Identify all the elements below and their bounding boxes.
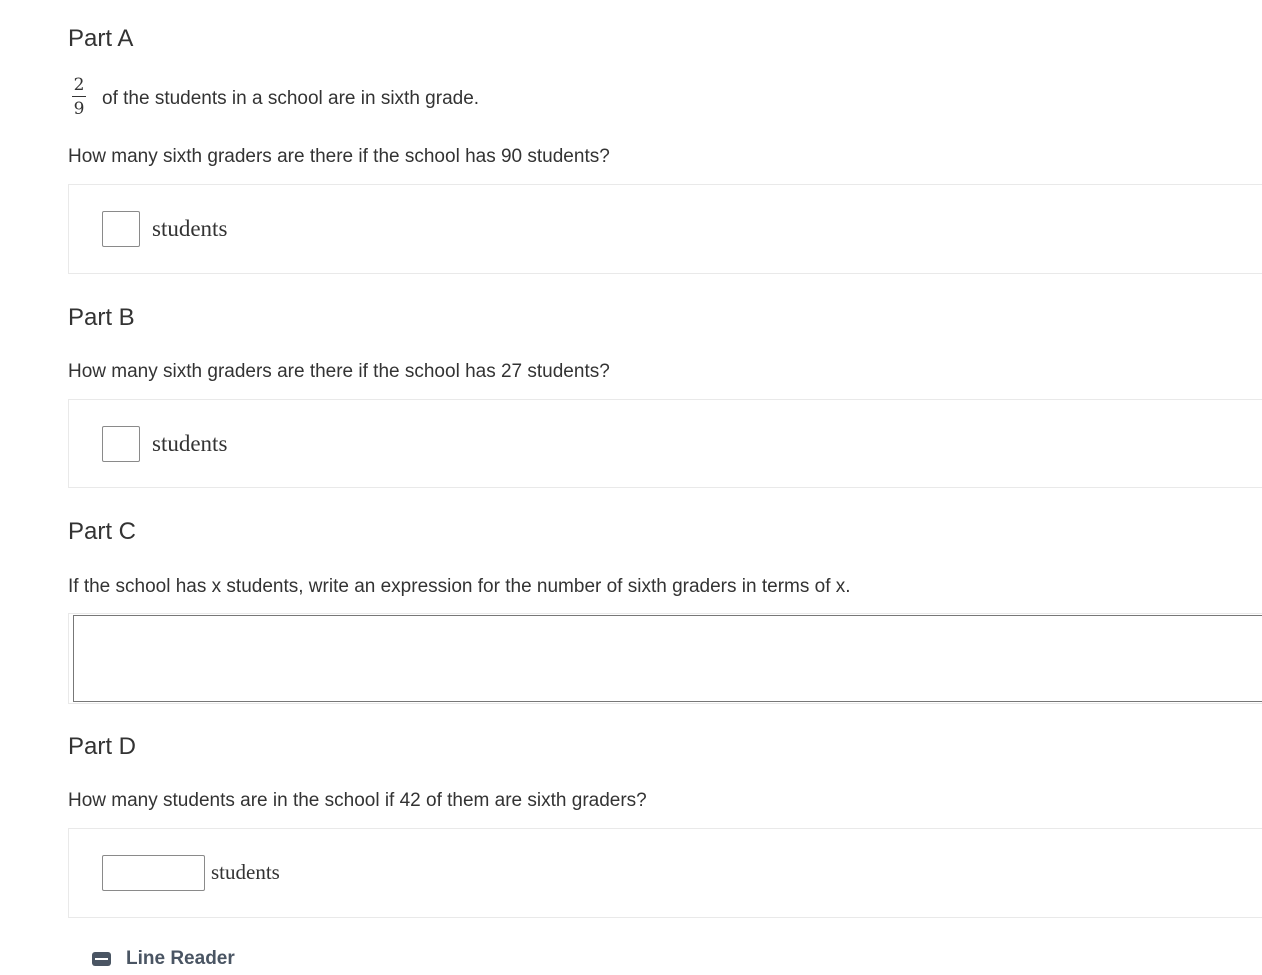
line-reader-label: Line Reader <box>126 948 235 969</box>
fraction-bar <box>72 96 86 97</box>
part-c-answer-box <box>68 613 1262 704</box>
part-a-question: How many sixth graders are there if the … <box>68 146 610 167</box>
part-d-heading: Part D <box>68 733 137 760</box>
fraction-statement-text: of the students in a school are in sixth… <box>102 88 480 109</box>
part-c-expression-input[interactable] <box>73 615 1262 702</box>
part-c-question: If the school has x students, write an e… <box>68 576 851 597</box>
part-a-unit-label: students <box>152 216 228 241</box>
part-b-answer-box: students <box>68 399 1262 488</box>
part-b-answer-input[interactable] <box>102 426 140 462</box>
fraction-denominator: 9 <box>73 99 85 119</box>
assessment-page: Part A 2 9 of the students in a school a… <box>0 0 1262 975</box>
fraction-two-ninths: 2 9 <box>72 75 86 119</box>
fraction-numerator: 2 <box>73 75 85 95</box>
part-a-answer-box: students <box>68 184 1262 274</box>
part-b-heading: Part B <box>68 304 135 331</box>
part-d-answer-box: students <box>68 828 1262 918</box>
part-d-answer-input[interactable] <box>102 855 205 891</box>
part-c-heading: Part C <box>68 518 137 545</box>
line-reader-toggle[interactable]: Line Reader <box>92 948 235 970</box>
part-a-answer-input[interactable] <box>102 211 140 247</box>
part-b-unit-label: students <box>152 431 228 456</box>
minus-square-icon <box>92 952 111 966</box>
part-b-question: How many sixth graders are there if the … <box>68 361 610 382</box>
part-d-unit-label: students <box>211 860 280 884</box>
part-a-heading: Part A <box>68 25 134 52</box>
part-d-question: How many students are in the school if 4… <box>68 790 647 811</box>
